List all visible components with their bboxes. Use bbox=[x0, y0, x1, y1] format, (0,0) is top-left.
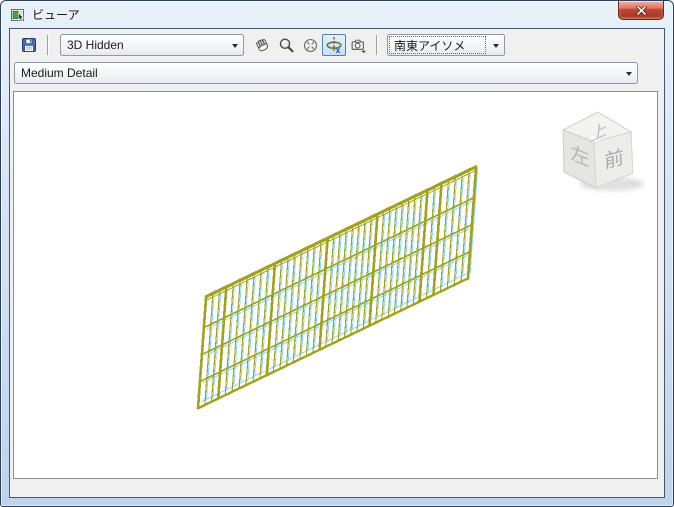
save-button[interactable] bbox=[17, 34, 41, 56]
viewport-canvas: 上 左 前 bbox=[196, 111, 644, 410]
view-combo-value: 南東アイソメ bbox=[394, 38, 466, 53]
detail-row: Medium Detail bbox=[14, 62, 638, 84]
adjust-camera-button[interactable] bbox=[346, 34, 370, 56]
chevron-down-icon bbox=[231, 43, 238, 51]
chevron-down-icon bbox=[625, 71, 632, 79]
zoom-button[interactable] bbox=[274, 34, 298, 56]
toolbar-separator bbox=[47, 35, 48, 55]
view-cube[interactable]: 上 左 前 bbox=[561, 111, 644, 191]
visual-style-dropdown-arrow[interactable] bbox=[226, 35, 243, 55]
svg-text:x: x bbox=[336, 45, 341, 54]
viewcube-corner-highlight[interactable] bbox=[585, 134, 604, 143]
viewcube-shadow bbox=[580, 177, 644, 191]
window-title: ビューア bbox=[32, 8, 80, 22]
camera-icon bbox=[351, 39, 366, 53]
railing-model bbox=[196, 164, 479, 410]
floppy-disk-icon bbox=[22, 38, 36, 52]
visual-style-combo[interactable]: 3D Hidden bbox=[60, 34, 244, 56]
constrained-orbit-icon: x bbox=[326, 37, 342, 54]
pan-button[interactable] bbox=[250, 34, 274, 56]
viewcube-front-label: 前 bbox=[604, 146, 624, 174]
view-combo[interactable]: 南東アイソメ bbox=[387, 34, 505, 56]
detail-level-value: Medium Detail bbox=[21, 66, 98, 80]
viewcube-top-label: 上 bbox=[589, 119, 609, 147]
viewcube-left-label: 左 bbox=[570, 142, 589, 172]
toolbar-separator bbox=[376, 35, 377, 55]
view-dropdown-arrow[interactable] bbox=[487, 35, 504, 55]
orbit-button[interactable] bbox=[298, 34, 322, 56]
close-icon bbox=[635, 5, 647, 15]
chevron-down-icon bbox=[492, 43, 499, 51]
viewer-app-icon bbox=[10, 7, 26, 23]
viewcube-face-left[interactable] bbox=[562, 129, 597, 189]
detail-level-combo[interactable]: Medium Detail bbox=[14, 62, 638, 84]
close-button[interactable] bbox=[618, 1, 664, 20]
viewer-window: ビューア 3D Hidden x 南東アイソメ Medium Detail 上 … bbox=[0, 0, 674, 507]
magnifier-icon bbox=[279, 38, 294, 52]
viewcube-face-front[interactable] bbox=[593, 131, 634, 189]
constrained-orbit-button[interactable]: x bbox=[322, 34, 346, 56]
hand-icon bbox=[255, 38, 268, 51]
visual-style-value: 3D Hidden bbox=[67, 38, 124, 52]
viewcube-face-top[interactable] bbox=[561, 111, 633, 143]
detail-dropdown-arrow[interactable] bbox=[620, 63, 637, 83]
dialog-client-area: 3D Hidden x 南東アイソメ Medium Detail 上 左 前 bbox=[9, 28, 665, 498]
toolbar: 3D Hidden x 南東アイソメ bbox=[10, 31, 664, 59]
model-viewport[interactable]: 上 左 前 bbox=[13, 91, 658, 479]
title-bar: ビューア bbox=[1, 1, 673, 28]
orbit-sphere-icon bbox=[303, 38, 317, 52]
